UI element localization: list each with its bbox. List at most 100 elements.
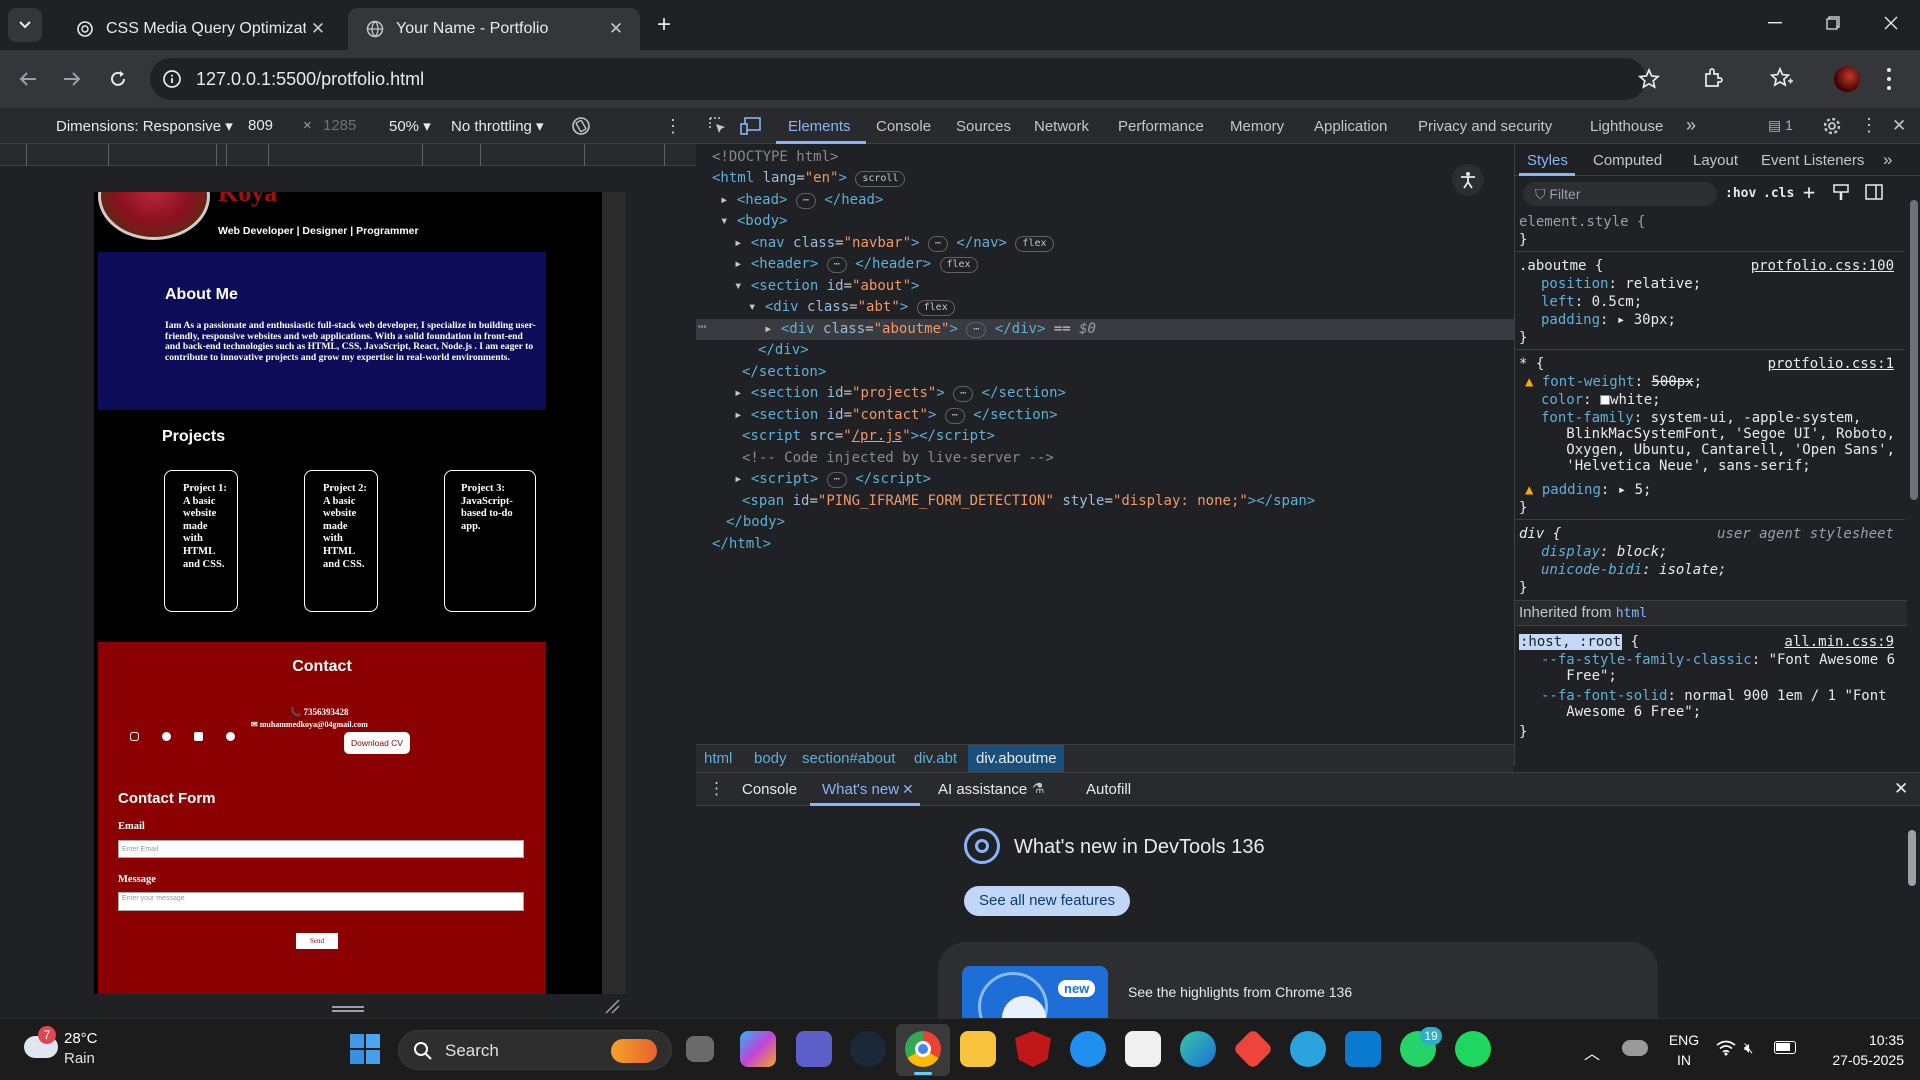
dom-node[interactable]: ▾ <div class="abt"> flex: [748, 297, 955, 319]
css-declaration[interactable]: left: 0.5cm;: [1541, 294, 1642, 310]
device-toggle-icon[interactable]: [740, 116, 762, 136]
inspect-element-icon[interactable]: [708, 116, 728, 136]
dom-node[interactable]: </body>: [726, 512, 785, 534]
issues-indicator[interactable]: ▤ 1: [1768, 117, 1793, 134]
dom-node[interactable]: </html>: [712, 534, 771, 556]
breadcrumb-section[interactable]: section#about: [802, 750, 895, 767]
universal-selector[interactable]: * {: [1519, 356, 1544, 372]
hov-toggle[interactable]: :hov: [1725, 186, 1756, 201]
css-declaration[interactable]: --fa-style-family-classic: "Font Awesome…: [1541, 652, 1895, 684]
close-window-button[interactable]: [1862, 0, 1920, 46]
dom-node[interactable]: <span id="PING_IFRAME_FORM_DETECTION" st…: [742, 491, 1315, 513]
paint-icon[interactable]: [1833, 184, 1849, 202]
highlights-card[interactable]: new See the highlights from Chrome 136: [938, 942, 1658, 1022]
page-scrollbar[interactable]: [602, 192, 626, 994]
new-rule-icon[interactable]: +: [1803, 180, 1815, 204]
forward-icon[interactable]: [52, 59, 92, 99]
filter-input[interactable]: ⛉ Filter: [1523, 182, 1717, 206]
styles-scrollbar[interactable]: [1907, 180, 1920, 766]
dom-tree[interactable]: <!DOCTYPE html> <html lang="en"> scroll …: [696, 144, 1514, 744]
css-declaration[interactable]: padding: ▸ 30px;: [1541, 312, 1676, 328]
language-indicator[interactable]: ENG IN: [1664, 1032, 1704, 1068]
color-swatch[interactable]: [1600, 395, 1611, 405]
project-card[interactable]: Project 3: JavaScript-based to-do app.: [444, 470, 536, 612]
microsoft-store-icon[interactable]: [1125, 1031, 1161, 1067]
back-icon[interactable]: [8, 59, 48, 99]
tab-event-listeners[interactable]: Event Listeners: [1761, 152, 1864, 169]
element-style-rule[interactable]: element.style {: [1519, 214, 1645, 230]
site-info-icon[interactable]: [162, 69, 182, 89]
linkedin-icon[interactable]: [194, 732, 203, 741]
close-tab-icon[interactable]: ✕: [306, 17, 330, 41]
task-view-icon[interactable]: [686, 1036, 714, 1062]
settings-icon[interactable]: [1822, 116, 1842, 136]
css-declaration[interactable]: ▲ font-weight: 500px;: [1525, 374, 1702, 390]
breadcrumb-body[interactable]: body: [754, 750, 787, 767]
dom-node[interactable]: ▸ <div class="aboutme"> ⋯ </div> == $0: [764, 319, 1096, 341]
close-devtools-icon[interactable]: ✕: [1892, 116, 1906, 136]
clock[interactable]: 10:35 27-05-2025: [1820, 1032, 1904, 1068]
edge-icon[interactable]: [1180, 1031, 1216, 1067]
project-card[interactable]: Project 2: A basic website made with HTM…: [304, 470, 378, 612]
tab-sources[interactable]: Sources: [956, 118, 1011, 135]
speaker-muted-icon[interactable]: 🔇︎: [1744, 1040, 1753, 1057]
drawer-scrollbar[interactable]: [1904, 806, 1920, 1018]
more-tabs-icon[interactable]: »: [1686, 115, 1696, 136]
chrome-icon[interactable]: [905, 1031, 941, 1067]
tab-application[interactable]: Application: [1314, 118, 1387, 135]
viewport-bottom-handle[interactable]: [332, 1006, 364, 1012]
root-rule-line[interactable]: :host, :root {: [1519, 634, 1639, 650]
dom-node[interactable]: ▸ <header> ⋯ </header> flex: [734, 254, 978, 276]
css-declaration[interactable]: ▲ padding: ▸ 5;: [1525, 482, 1651, 498]
message-input[interactable]: Enter your message: [118, 892, 524, 911]
css-declaration[interactable]: --fa-font-solid: normal 900 1em / 1 "Fon…: [1541, 688, 1887, 720]
dom-node[interactable]: ▸ <nav class="navbar"> ⋯ </nav> flex: [734, 233, 1054, 255]
drawer-menu-icon[interactable]: ⋮: [708, 779, 725, 799]
new-tab-button[interactable]: +: [650, 11, 678, 39]
device-more-icon[interactable]: ⋮: [664, 116, 682, 137]
cls-toggle[interactable]: .cls: [1763, 186, 1794, 201]
spotify-icon[interactable]: [1455, 1031, 1491, 1067]
bookmark-star-icon[interactable]: [1638, 68, 1660, 90]
drawer-tab-autofill[interactable]: Autofill: [1086, 781, 1131, 798]
github-icon[interactable]: [162, 732, 171, 741]
zoom-select[interactable]: 50% ▾: [389, 117, 431, 135]
cloud-offline-icon[interactable]: [1622, 1040, 1648, 1056]
close-tab-icon[interactable]: ✕: [604, 17, 628, 41]
telegram-icon[interactable]: [1290, 1031, 1326, 1067]
copilot-icon[interactable]: [740, 1031, 776, 1067]
tab-search-button[interactable]: [8, 8, 42, 42]
drawer-tab-console[interactable]: Console: [742, 781, 797, 798]
dom-node[interactable]: ▸ <section id="projects"> ⋯ </section>: [734, 383, 1066, 405]
project-card[interactable]: Project 1: A basic website made with HTM…: [164, 470, 238, 612]
breadcrumb-div-abt[interactable]: div.abt: [914, 750, 957, 767]
extensions-icon[interactable]: [1702, 67, 1724, 89]
aboutme-selector[interactable]: .aboutme {: [1519, 258, 1603, 274]
dom-node[interactable]: </div>: [758, 340, 809, 362]
viewport-corner-handle[interactable]: [604, 998, 620, 1014]
aboutme-source-link[interactable]: protfolio.css:100: [1751, 258, 1894, 274]
teams-icon[interactable]: [796, 1031, 832, 1067]
browser-menu-icon[interactable]: [1886, 68, 1892, 90]
breadcrumb-html[interactable]: html: [704, 750, 732, 767]
dom-node[interactable]: ▾ <section id="about">: [734, 276, 919, 298]
dom-node[interactable]: <!-- Code injected by live-server -->: [742, 448, 1054, 470]
drawer-tab-ai-assistance[interactable]: AI assistance: [938, 781, 1027, 798]
close-tab-icon[interactable]: ✕: [902, 781, 914, 798]
rotate-icon[interactable]: [570, 115, 592, 137]
send-button[interactable]: Send: [296, 933, 338, 949]
universal-source-link[interactable]: protfolio.css:1: [1768, 356, 1894, 372]
node-more-icon[interactable]: ⋯: [698, 317, 706, 339]
tab-memory[interactable]: Memory: [1230, 118, 1284, 135]
email-input[interactable]: Enter Email: [118, 840, 524, 858]
see-all-features-button[interactable]: See all new features: [964, 886, 1130, 916]
show-hidden-icons[interactable]: ︿: [1584, 1040, 1600, 1064]
file-explorer-icon[interactable]: [960, 1031, 996, 1067]
battery-icon[interactable]: [1774, 1041, 1796, 1054]
tab-elements[interactable]: Elements: [788, 118, 851, 135]
dimensions-select[interactable]: Dimensions: Responsive ▾: [56, 117, 233, 135]
reload-icon[interactable]: [98, 59, 138, 99]
tab-network[interactable]: Network: [1034, 118, 1089, 135]
dom-node[interactable]: <!DOCTYPE html>: [712, 147, 838, 169]
breadcrumb-div-aboutme[interactable]: div.aboutme: [976, 750, 1057, 767]
